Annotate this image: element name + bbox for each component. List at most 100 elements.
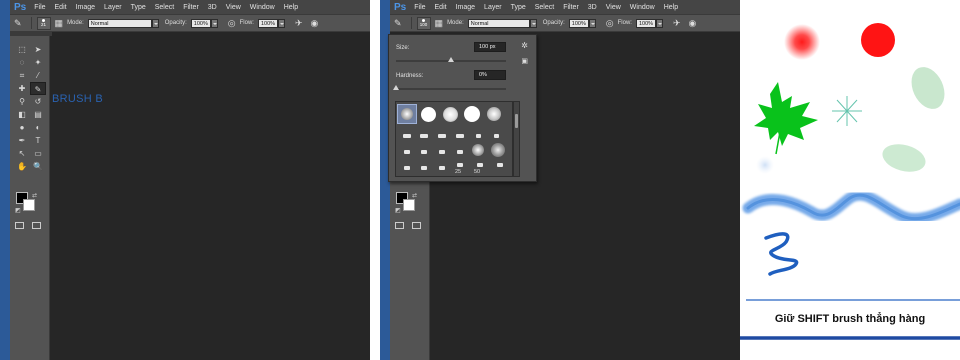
background-color-swatch[interactable]: [403, 199, 415, 211]
brush-tip[interactable]: [414, 158, 434, 178]
brush-tool-icon[interactable]: ✎: [14, 18, 22, 29]
type-tool-icon[interactable]: T: [30, 134, 46, 147]
quick-mask-icon[interactable]: [15, 222, 24, 229]
flow-field[interactable]: 100%: [257, 18, 278, 28]
menu-help[interactable]: Help: [664, 4, 678, 11]
menu-select[interactable]: Select: [155, 4, 174, 11]
mode-select[interactable]: Normal: [87, 18, 152, 28]
menu-view[interactable]: View: [606, 4, 621, 11]
menu-filter[interactable]: Filter: [563, 4, 579, 11]
brush-preset-picker-button[interactable]: 21: [36, 16, 51, 30]
brush-tip[interactable]: [484, 104, 504, 124]
brush-tip[interactable]: [440, 104, 460, 124]
brush-panel-toggle-icon[interactable]: ▦: [55, 18, 64, 29]
hardness-slider[interactable]: [396, 88, 506, 90]
zoom-tool-icon[interactable]: 🔍: [30, 160, 46, 173]
menu-image[interactable]: Image: [76, 4, 95, 11]
eyedropper-tool-icon[interactable]: ⁄: [30, 69, 46, 82]
options-bar: ✎ 100 ▦ Mode: Normal Opacity: 100% ◎ Flo…: [390, 14, 740, 32]
quick-select-tool-icon[interactable]: ✦: [30, 56, 46, 69]
pressure-opacity-icon[interactable]: ◎: [606, 18, 614, 29]
shape-tool-icon[interactable]: ▭: [30, 147, 46, 160]
brush-tip[interactable]: [490, 155, 510, 175]
quick-mask-icon[interactable]: [395, 222, 404, 229]
clone-stamp-tool-icon[interactable]: ⚲: [14, 95, 30, 108]
flow-label: Flow:: [239, 20, 254, 26]
pressure-size-icon[interactable]: ◉: [311, 18, 319, 29]
brush-tool-icon[interactable]: ✎: [394, 18, 402, 29]
brush-preset-picker-button[interactable]: 100: [416, 16, 431, 30]
opacity-field[interactable]: 100%: [568, 18, 589, 28]
brush-list-scrollbar[interactable]: [513, 101, 520, 177]
swap-colors-icon[interactable]: ⇄: [412, 192, 417, 199]
airbrush-icon[interactable]: ✈: [295, 18, 303, 29]
flow-dropdown-icon[interactable]: [277, 18, 285, 28]
size-field[interactable]: 100 px: [474, 42, 506, 52]
pen-tool-icon[interactable]: ✒: [14, 134, 30, 147]
mode-select[interactable]: Normal: [467, 18, 530, 28]
move-tool-icon[interactable]: ➤: [30, 43, 46, 56]
hardness-slider-thumb[interactable]: [393, 85, 399, 90]
menu-3d[interactable]: 3D: [588, 4, 597, 11]
default-colors-icon[interactable]: ◩: [395, 207, 401, 214]
new-preset-icon[interactable]: ▣: [521, 57, 528, 65]
hardness-field[interactable]: 0%: [474, 70, 506, 80]
gear-icon[interactable]: ✲: [521, 41, 528, 50]
menu-filter[interactable]: Filter: [183, 4, 199, 11]
path-select-tool-icon[interactable]: ↖: [14, 147, 30, 160]
eraser-tool-icon[interactable]: ◧: [14, 108, 30, 121]
brush-panel-toggle-icon[interactable]: ▦: [435, 18, 444, 29]
scrollbar-thumb[interactable]: [515, 114, 518, 128]
menu-type[interactable]: Type: [131, 4, 146, 11]
screen-mode-icon[interactable]: [32, 222, 41, 229]
menu-window[interactable]: Window: [630, 4, 655, 11]
background-color-swatch[interactable]: [23, 199, 35, 211]
brush-tip[interactable]: [418, 104, 438, 124]
gradient-tool-icon[interactable]: ▤: [30, 108, 46, 121]
healing-brush-tool-icon[interactable]: ✚: [14, 82, 30, 95]
menu-type[interactable]: Type: [511, 4, 526, 11]
menu-help[interactable]: Help: [284, 4, 298, 11]
brush-shortcut-label: BRUSH B: [52, 93, 103, 105]
opacity-dropdown-icon[interactable]: [588, 18, 596, 28]
mode-dropdown-icon[interactable]: [529, 18, 537, 28]
menu-layer[interactable]: Layer: [104, 4, 122, 11]
history-brush-tool-icon[interactable]: ↺: [30, 95, 46, 108]
airbrush-icon[interactable]: ✈: [673, 18, 681, 29]
menu-window[interactable]: Window: [250, 4, 275, 11]
brush-preset-picker: Size: 100 px ✲ ▣ Hardness: 0% 25 50: [388, 34, 537, 182]
hand-tool-icon[interactable]: ✋: [14, 160, 30, 173]
marquee-tool-icon[interactable]: ⬚: [14, 43, 30, 56]
default-colors-icon[interactable]: ◩: [15, 207, 21, 214]
flow-field[interactable]: 100%: [635, 18, 656, 28]
opacity-field[interactable]: 100%: [190, 18, 211, 28]
pressure-size-icon[interactable]: ◉: [689, 18, 697, 29]
flow-dropdown-icon[interactable]: [655, 18, 663, 28]
menu-file[interactable]: File: [34, 4, 45, 11]
menu-edit[interactable]: Edit: [435, 4, 447, 11]
brush-demo-canvas: Giữ SHIFT brush thẳng hàng: [740, 0, 960, 360]
swap-colors-icon[interactable]: ⇄: [32, 192, 37, 199]
menu-file[interactable]: File: [414, 4, 425, 11]
brush-tip[interactable]: [432, 158, 452, 178]
menu-edit[interactable]: Edit: [55, 4, 67, 11]
crop-tool-icon[interactable]: ⌗: [14, 69, 30, 82]
brush-tool-icon[interactable]: ✎: [30, 82, 46, 95]
menu-3d[interactable]: 3D: [208, 4, 217, 11]
pressure-opacity-icon[interactable]: ◎: [228, 18, 236, 29]
mode-dropdown-icon[interactable]: [151, 18, 159, 28]
opacity-dropdown-icon[interactable]: [210, 18, 218, 28]
size-slider-thumb[interactable]: [448, 57, 454, 62]
menu-layer[interactable]: Layer: [484, 4, 502, 11]
brush-tip[interactable]: [397, 104, 417, 124]
menu-image[interactable]: Image: [456, 4, 475, 11]
menu-view[interactable]: View: [226, 4, 241, 11]
menu-bar: Ps File Edit Image Layer Type Select Fil…: [10, 0, 370, 14]
lasso-tool-icon[interactable]: ◌: [14, 56, 30, 69]
blur-tool-icon[interactable]: ●: [14, 121, 30, 134]
screen-mode-icon[interactable]: [412, 222, 421, 229]
dodge-tool-icon[interactable]: ◐: [30, 121, 46, 134]
menu-select[interactable]: Select: [535, 4, 554, 11]
brush-tip[interactable]: [462, 104, 482, 124]
options-bar: ✎ 21 ▦ Mode: Normal Opacity: 100% ◎ Flow…: [10, 14, 370, 32]
